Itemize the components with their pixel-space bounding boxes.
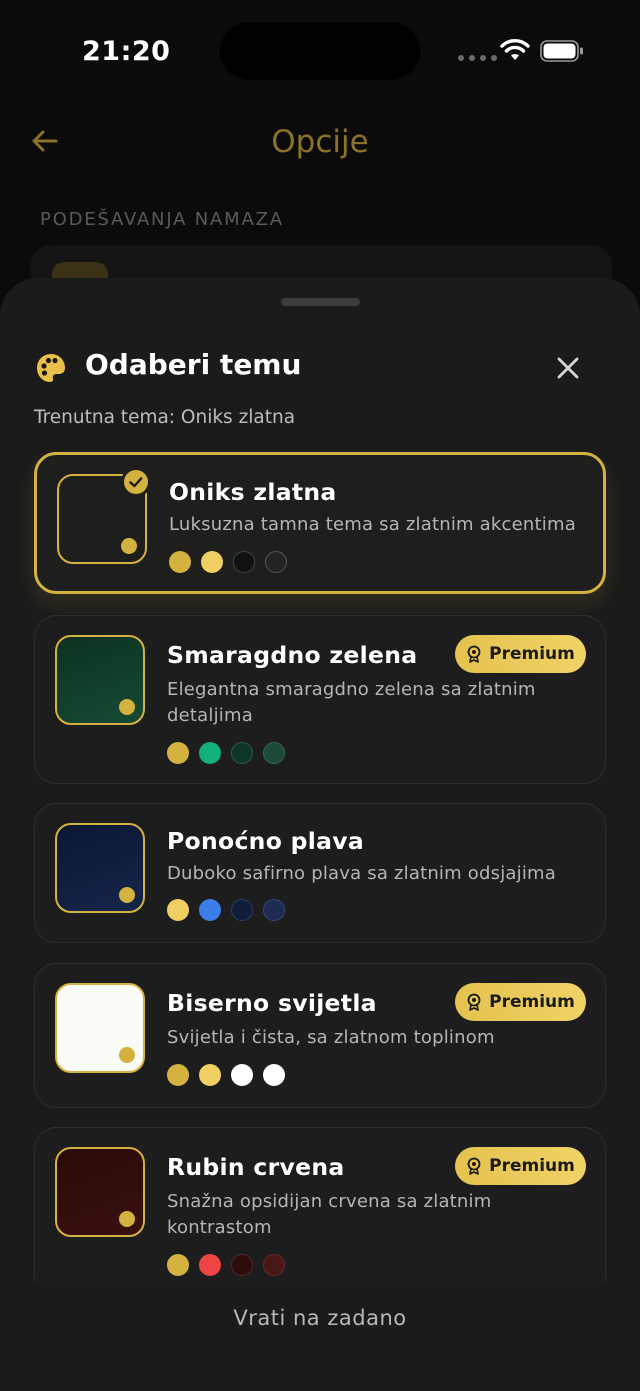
theme-color-dots: [167, 1254, 285, 1276]
color-dot: [167, 1254, 189, 1276]
color-dot: [167, 742, 189, 764]
color-dot: [201, 551, 223, 573]
theme-description: Snažna opsidijan crvena sa zlatnim kontr…: [167, 1191, 492, 1238]
palette-icon: [37, 354, 65, 382]
theme-description: Svijetla i čista, sa zlatnom toplinom: [167, 1027, 495, 1048]
theme-swatch: [55, 823, 145, 913]
color-dot: [263, 1254, 285, 1276]
theme-color-dots: [167, 742, 285, 764]
swatch-accent-dot: [119, 887, 135, 903]
color-dot: [231, 742, 253, 764]
theme-card-biserno-svijetla[interactable]: Biserno svijetla Premium Svijetla i čist…: [34, 963, 606, 1108]
color-dot: [263, 1064, 285, 1086]
color-dot: [169, 551, 191, 573]
color-dot: [231, 1064, 253, 1086]
premium-badge: Premium: [455, 983, 586, 1021]
color-dot: [233, 551, 255, 573]
status-time: 21:20: [82, 36, 171, 67]
current-theme-label: Trenutna tema: Oniks zlatna: [34, 407, 296, 428]
theme-name: Ponoćno plava: [167, 827, 365, 855]
premium-badge: Premium: [455, 635, 586, 673]
premium-badge: Premium: [455, 1147, 586, 1185]
theme-color-dots: [167, 1064, 285, 1086]
premium-award-icon: [467, 1157, 481, 1175]
close-icon[interactable]: [550, 350, 586, 386]
premium-award-icon: [467, 993, 481, 1011]
color-dot: [263, 742, 285, 764]
theme-color-dots: [167, 899, 285, 921]
swatch-accent-dot: [119, 1211, 135, 1227]
theme-description: Duboko safirno plava sa zlatnim odsjajim…: [167, 863, 557, 884]
theme-swatch: [55, 1147, 145, 1237]
color-dot: [199, 1254, 221, 1276]
theme-color-dots: [169, 551, 287, 573]
dynamic-island: [220, 22, 420, 80]
sheet-title: Odaberi temu: [85, 348, 302, 381]
theme-swatch: [55, 635, 145, 725]
theme-card-smaragdno-zelena[interactable]: Smaragdno zelena Premium Elegantna smara…: [34, 615, 606, 784]
theme-list[interactable]: Oniks zlatna Luksuzna tamna tema sa zlat…: [0, 448, 640, 1282]
theme-swatch: [55, 983, 145, 1073]
theme-card-ponocno-plava[interactable]: Ponoćno plava Duboko safirno plava sa zl…: [34, 803, 606, 943]
color-dot: [167, 1064, 189, 1086]
color-dot: [167, 899, 189, 921]
premium-label: Premium: [489, 992, 575, 1012]
swatch-accent-dot: [119, 1047, 135, 1063]
color-dot: [231, 1254, 253, 1276]
swatch-accent-dot: [121, 538, 137, 554]
premium-label: Premium: [489, 1156, 575, 1176]
battery-icon: [540, 40, 583, 62]
cellular-signal-icon: [458, 55, 497, 61]
theme-name: Biserno svijetla: [167, 989, 377, 1017]
section-title: PODEŠAVANJA NAMAZA: [40, 209, 284, 230]
status-bar: 21:20: [0, 0, 640, 100]
theme-description: Luksuzna tamna tema sa zlatnim akcentima: [169, 514, 576, 535]
theme-card-oniks-zlatna[interactable]: Oniks zlatna Luksuzna tamna tema sa zlat…: [34, 452, 606, 594]
color-dot: [199, 899, 221, 921]
color-dot: [199, 742, 221, 764]
page-title: Opcije: [271, 124, 369, 160]
premium-label: Premium: [489, 644, 575, 664]
color-dot: [199, 1064, 221, 1086]
color-dot: [263, 899, 285, 921]
theme-description: Elegantna smaragdno zelena sa zlatnim de…: [167, 679, 536, 726]
color-dot: [265, 551, 287, 573]
color-dot: [231, 899, 253, 921]
sheet-drag-handle[interactable]: [281, 298, 360, 306]
reset-default-button[interactable]: Vrati na zadano: [0, 1306, 640, 1330]
theme-picker-sheet: Odaberi temu Trenutna tema: Oniks zlatna…: [0, 278, 640, 1391]
swatch-accent-dot: [119, 699, 135, 715]
theme-card-rubin-crvena[interactable]: Rubin crvena Premium Snažna opsidijan cr…: [34, 1127, 606, 1282]
premium-award-icon: [467, 645, 481, 663]
theme-name: Smaragdno zelena: [167, 641, 418, 669]
theme-name: Rubin crvena: [167, 1153, 345, 1181]
theme-name: Oniks zlatna: [169, 478, 337, 506]
selected-check-icon: [121, 467, 151, 497]
wifi-icon: [500, 39, 530, 60]
